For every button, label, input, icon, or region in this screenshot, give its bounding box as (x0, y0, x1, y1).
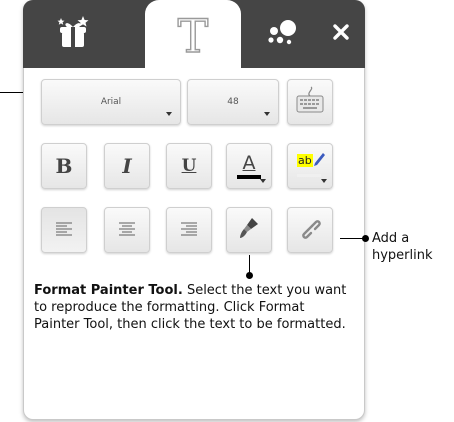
align-center-icon (118, 221, 136, 240)
bold-label: B (55, 154, 73, 178)
close-button[interactable] (321, 0, 361, 68)
highlighter-pen-icon (312, 152, 326, 174)
italic-label: I (122, 154, 132, 178)
tab-shapes[interactable] (248, 0, 318, 68)
align-right-icon (180, 221, 198, 240)
font-color-label: A (242, 152, 256, 174)
callout-dot-format-painter (246, 272, 253, 279)
keyboard-button[interactable] (287, 79, 333, 125)
hyperlink-callout-text: Add a hyperlink (372, 231, 433, 263)
font-color-bar (237, 175, 261, 179)
chevron-down-icon (166, 112, 172, 116)
chevron-down-icon (321, 179, 327, 183)
font-size-dropdown[interactable]: 48 (187, 79, 279, 125)
keyboard-icon (294, 85, 326, 119)
align-right-button[interactable] (166, 207, 212, 253)
bold-button[interactable]: B (41, 143, 87, 189)
font-size-value: 48 (227, 97, 239, 107)
text-tab-label: T (177, 9, 209, 63)
underline-button[interactable]: U (166, 143, 212, 189)
font-color-button[interactable]: A (226, 143, 272, 189)
paint-brush-icon (238, 216, 260, 244)
gift-box-stars-icon (53, 14, 93, 54)
align-left-button[interactable] (41, 207, 87, 253)
tab-gifts[interactable] (37, 0, 109, 68)
chevron-down-icon (260, 179, 266, 183)
font-family-dropdown[interactable]: Arial (41, 79, 181, 125)
font-family-value: Arial (100, 97, 122, 107)
italic-button[interactable]: I (104, 143, 150, 189)
hyperlink-button[interactable] (287, 207, 333, 253)
highlight-color-bar (297, 174, 321, 177)
format-painter-title: Format Painter Tool. (34, 283, 183, 298)
highlight-label: ab (297, 154, 313, 167)
chevron-down-icon (264, 112, 270, 116)
close-x-icon (333, 24, 349, 44)
align-left-icon (55, 221, 73, 240)
highlight-button[interactable]: ab (287, 143, 333, 189)
tab-text[interactable]: T (145, 0, 241, 72)
underline-label: U (181, 156, 197, 176)
format-painter-description: Format Painter Tool. Select the text you… (34, 282, 352, 333)
callout-dot-hyperlink (362, 235, 369, 242)
align-center-button[interactable] (104, 207, 150, 253)
dots-shapes-icon (264, 16, 302, 52)
tab-bar: T (23, 0, 365, 72)
chain-link-icon (299, 217, 321, 243)
format-painter-button[interactable] (226, 207, 272, 253)
